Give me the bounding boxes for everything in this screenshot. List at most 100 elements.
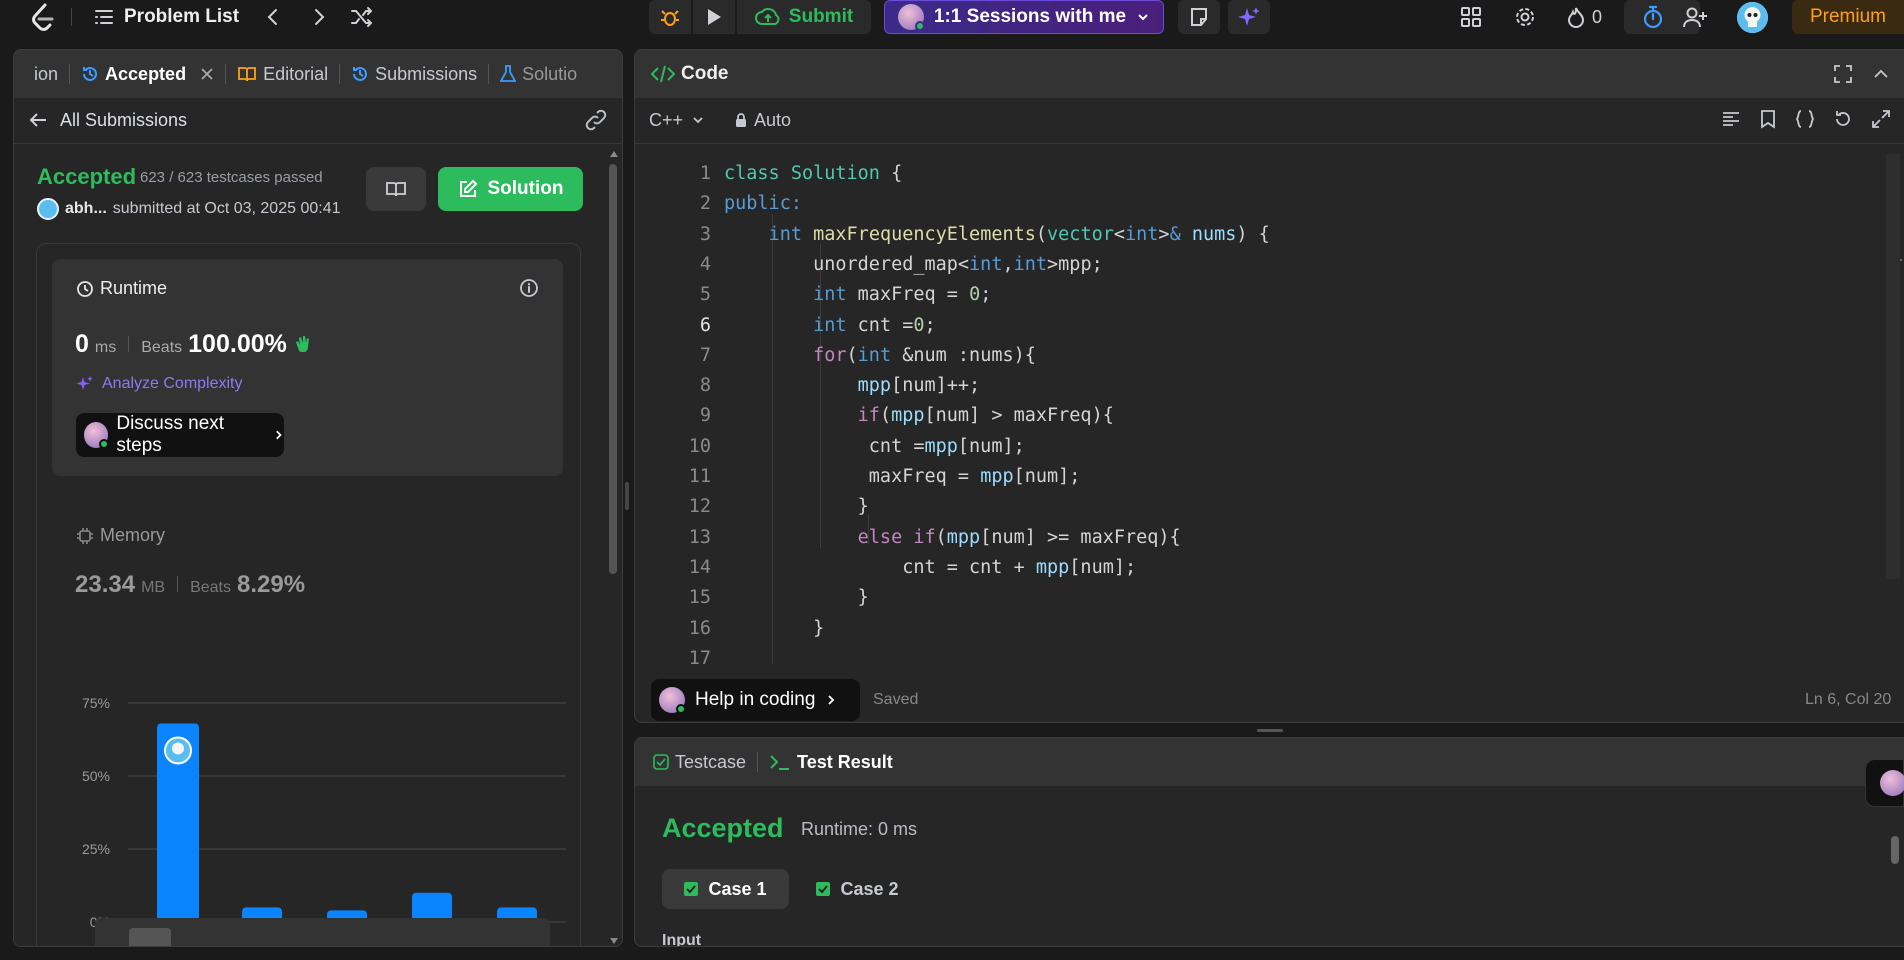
panel-resize-handle[interactable] xyxy=(625,482,629,510)
tab-description[interactable]: ion xyxy=(34,64,58,85)
vertical-resize-handle[interactable] xyxy=(1257,729,1283,732)
notes-open-button[interactable] xyxy=(366,167,426,211)
layout-button[interactable] xyxy=(1460,6,1482,28)
user-avatar[interactable] xyxy=(1737,2,1768,33)
help-in-coding-button[interactable]: Help in coding xyxy=(651,679,860,721)
sessions-button[interactable]: 1:1 Sessions with me xyxy=(884,0,1164,34)
fullscreen-icon[interactable] xyxy=(1871,109,1891,129)
line-number: 9 xyxy=(699,405,711,427)
panel-scrollbar[interactable] xyxy=(609,150,619,945)
memory-stats[interactable]: 23.34 MB Beats 8.29% xyxy=(75,571,305,599)
testcases-passed: 623 / 623 testcases passed xyxy=(140,169,323,186)
debug-button[interactable] xyxy=(649,0,691,34)
runtime-info-button[interactable] xyxy=(519,278,539,298)
code-line[interactable]: class Solution { xyxy=(724,159,902,189)
shuffle-icon xyxy=(351,7,373,27)
case-1-tab[interactable]: Case 1 xyxy=(662,869,789,909)
line-number: 3 xyxy=(699,223,711,245)
tab-submissions[interactable]: Submissions xyxy=(351,64,477,85)
chart-scroll-thumb[interactable] xyxy=(129,928,171,946)
chevron-down-icon xyxy=(1138,14,1148,21)
submission-status: Accepted xyxy=(37,164,137,189)
tab-editorial[interactable]: Editorial xyxy=(237,64,328,85)
random-problem-button[interactable] xyxy=(350,6,374,28)
submitter-name[interactable]: abh... xyxy=(65,200,107,218)
chart-scrollbar[interactable] xyxy=(95,918,550,946)
tab-test-result[interactable]: Test Result xyxy=(769,752,893,773)
code-line[interactable]: } xyxy=(724,583,869,613)
line-number: 4 xyxy=(699,253,711,275)
code-line[interactable]: cnt =mpp[num]; xyxy=(724,432,1025,462)
list-icon xyxy=(95,10,113,24)
reset-icon[interactable] xyxy=(1833,109,1853,129)
arrow-left-icon xyxy=(29,113,46,127)
input-label: Input xyxy=(662,932,702,947)
runtime-distribution-chart[interactable]: 0%25%50%75%1ms2ms3ms4ms xyxy=(54,670,574,947)
code-line[interactable]: } xyxy=(724,492,869,522)
runtime-beats-value: 100.00% xyxy=(188,330,287,358)
analyze-complexity-link[interactable]: Analyze Complexity xyxy=(76,375,243,393)
leetcode-logo-icon[interactable] xyxy=(30,3,56,31)
case-2-tab[interactable]: Case 2 xyxy=(805,869,910,909)
back-label: All Submissions xyxy=(60,109,188,130)
avatar xyxy=(84,422,110,449)
tab-label: Editorial xyxy=(263,63,329,84)
code-line[interactable]: unordered_map<int,int>mpp; xyxy=(724,250,1103,280)
beats-label: Beats xyxy=(190,579,231,596)
invite-button[interactable] xyxy=(1683,6,1709,28)
code-line[interactable]: cnt = cnt + mpp[num]; xyxy=(724,553,1136,583)
premium-button[interactable]: Premium xyxy=(1792,0,1904,34)
solution-button[interactable]: Solution xyxy=(438,167,583,211)
language-label: C++ xyxy=(649,109,684,130)
all-submissions-link[interactable]: All Submissions xyxy=(28,108,187,132)
share-link-button[interactable] xyxy=(584,109,608,131)
streak-counter[interactable]: 0 xyxy=(1566,0,1602,34)
terminal-icon xyxy=(770,755,790,770)
settings-button[interactable] xyxy=(1514,6,1536,28)
language-select[interactable]: C++ xyxy=(649,108,705,132)
close-icon[interactable] xyxy=(200,67,214,81)
prev-problem-button[interactable] xyxy=(263,7,283,27)
chevron-right-icon xyxy=(275,430,282,440)
next-problem-button[interactable] xyxy=(309,7,329,27)
code-scrollbar[interactable] xyxy=(1886,154,1902,584)
code-line[interactable]: public: xyxy=(724,189,802,219)
result-panel: Testcase Test Result Accepted Runtime: 0… xyxy=(634,737,1904,947)
braces-icon[interactable] xyxy=(1795,109,1815,129)
code-line[interactable]: int cnt =0; xyxy=(724,311,936,341)
tab-testcase[interactable]: Testcase xyxy=(653,752,746,773)
floating-assistant-button[interactable] xyxy=(1865,759,1904,807)
tab-solutions[interactable]: Solutio xyxy=(500,64,577,85)
code-editor[interactable]: 1 2 3 4 5 6 7 8 9 10 11 12 13 14 15 16 17 class Solution… xyxy=(635,154,1885,664)
bookmark-icon[interactable] xyxy=(1759,109,1777,129)
notes-button[interactable] xyxy=(1178,0,1220,34)
problem-list-label: Problem List xyxy=(124,6,240,27)
info-icon xyxy=(520,279,538,297)
tab-label: Solutio xyxy=(522,63,578,84)
maximize-button[interactable] xyxy=(1833,64,1853,84)
code-line[interactable]: } xyxy=(724,614,824,644)
code-line[interactable]: if(mpp[num] > maxFreq){ xyxy=(724,401,1114,431)
submit-button[interactable]: Submit xyxy=(737,0,871,34)
discuss-next-steps-button[interactable]: Discuss next steps xyxy=(76,413,284,457)
code-line[interactable]: int maxFrequencyElements(vector<int>& nu… xyxy=(724,220,1270,250)
format-icon[interactable] xyxy=(1721,109,1741,129)
collapse-button[interactable] xyxy=(1871,64,1891,84)
run-button[interactable] xyxy=(693,0,735,34)
code-line[interactable]: mpp[num]++; xyxy=(724,371,981,401)
result-scrollbar[interactable] xyxy=(1889,796,1901,944)
code-title: Code xyxy=(681,63,729,84)
sessions-label: 1:1 Sessions with me xyxy=(933,6,1127,27)
auto-mode-toggle[interactable]: Auto xyxy=(734,108,791,132)
result-status: Accepted xyxy=(662,813,784,843)
problem-list-link[interactable]: Problem List xyxy=(94,0,239,34)
code-header: Code xyxy=(635,50,1904,98)
code-line[interactable]: maxFreq = mpp[num]; xyxy=(724,462,1081,492)
timer-button[interactable] xyxy=(1642,5,1664,29)
ai-assist-button[interactable] xyxy=(1228,0,1270,34)
code-line[interactable]: else if(mpp[num] >= maxFreq){ xyxy=(724,523,1181,553)
code-line[interactable]: for(int &num :nums){ xyxy=(724,341,1036,371)
code-line[interactable]: int maxFreq = 0; xyxy=(724,280,991,310)
beats-label: Beats xyxy=(141,339,183,356)
tab-accepted[interactable]: Accepted xyxy=(81,64,214,85)
